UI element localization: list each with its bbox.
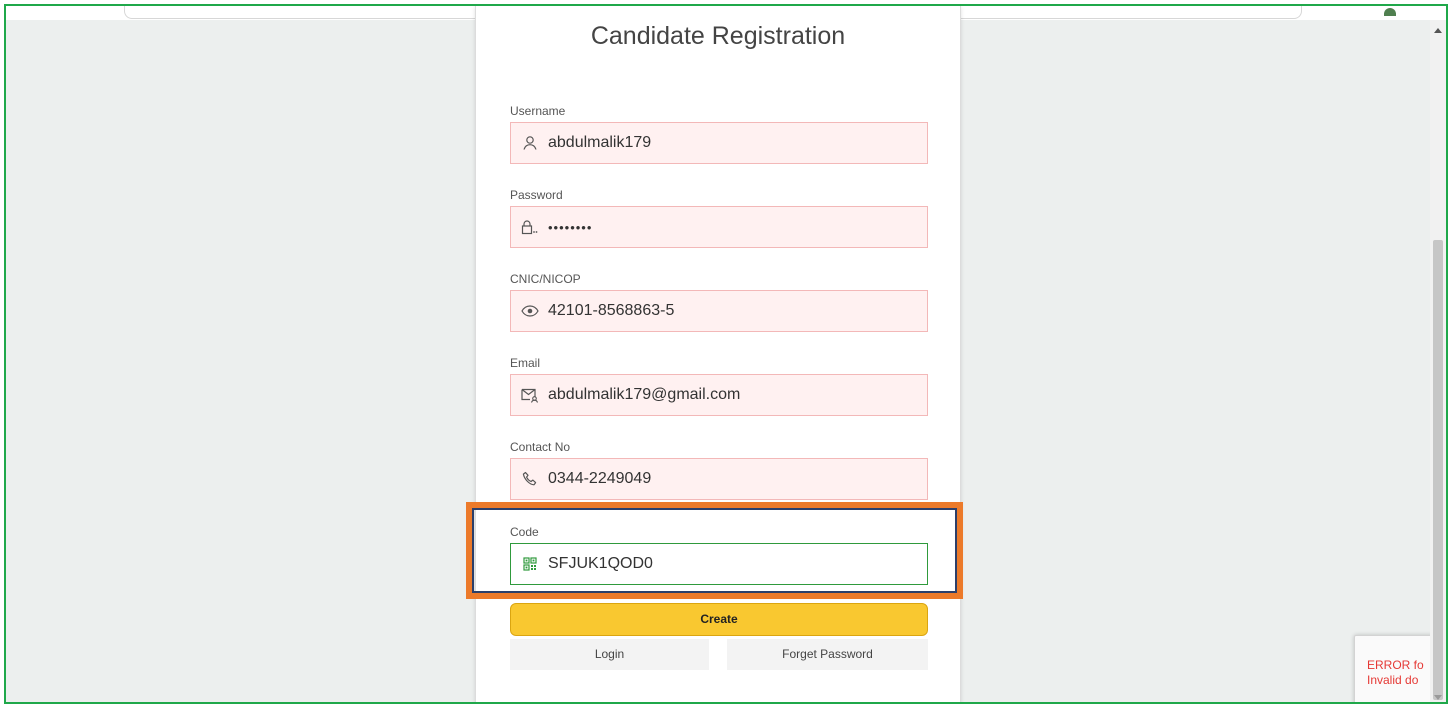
cnic-label: CNIC/NICOP	[510, 272, 581, 286]
recaptcha-error-badge[interactable]: ERROR fo Invalid do	[1354, 635, 1436, 702]
scroll-up-arrow-icon[interactable]	[1434, 28, 1442, 33]
eye-icon	[521, 302, 539, 320]
phone-icon	[521, 470, 539, 488]
contact-value: 0344-2249049	[548, 470, 652, 487]
password-field[interactable]: ••••••••	[510, 206, 928, 248]
username-field[interactable]: abdulmalik179	[510, 122, 928, 164]
cnic-value: 42101-8568863-5	[548, 302, 675, 319]
recaptcha-error-line-2: Invalid do	[1367, 673, 1419, 687]
page-title: Candidate Registration	[590, 22, 846, 50]
code-value: SFJUK1QOD0	[548, 555, 653, 572]
code-field[interactable]: SFJUK1QOD0	[510, 543, 928, 585]
username-label: Username	[510, 104, 566, 118]
code-label: Code	[510, 525, 539, 539]
user-icon	[521, 134, 539, 152]
email-label: Email	[510, 356, 541, 370]
mail-icon	[521, 386, 539, 404]
screenshot-frame: Candidate Registration Username abdulmal…	[4, 4, 1448, 704]
contact-field[interactable]: 0344-2249049	[510, 458, 928, 500]
scroll-thumb[interactable]	[1433, 240, 1443, 700]
qr-code-icon	[521, 555, 539, 573]
password-value: ••••••••	[548, 219, 593, 235]
password-label: Password	[510, 188, 563, 202]
create-button[interactable]: Create	[510, 603, 928, 636]
email-field[interactable]: abdulmalik179@gmail.com	[510, 374, 928, 416]
lock-icon	[521, 218, 539, 236]
contact-label: Contact No	[510, 440, 571, 454]
cnic-field[interactable]: 42101-8568863-5	[510, 290, 928, 332]
email-value: abdulmalik179@gmail.com	[548, 386, 741, 403]
top-bar-icon	[1384, 8, 1396, 16]
login-button[interactable]: Login	[510, 639, 709, 670]
vertical-scrollbar[interactable]	[1430, 20, 1446, 702]
username-value: abdulmalik179	[548, 134, 652, 151]
recaptcha-error-line-1: ERROR fo	[1367, 658, 1424, 672]
scroll-down-arrow-icon[interactable]	[1434, 695, 1442, 700]
registration-card: Candidate Registration Username abdulmal…	[475, 6, 961, 702]
forget-password-button[interactable]: Forget Password	[727, 639, 928, 670]
